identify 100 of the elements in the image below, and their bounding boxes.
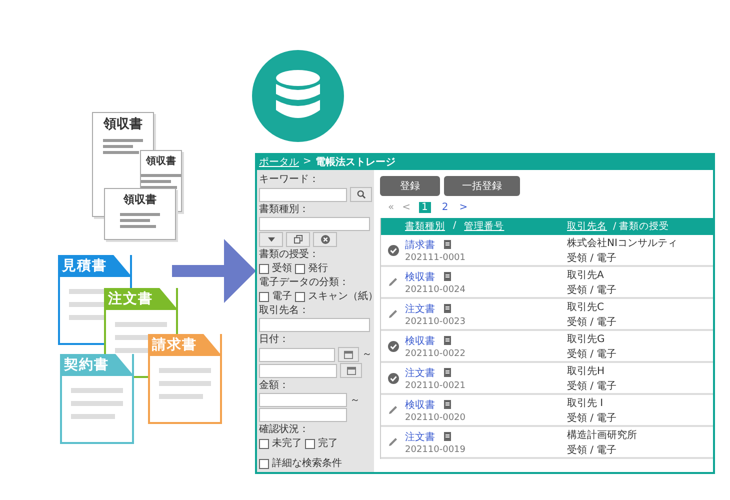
exchange-type: 受領 / 電子 bbox=[567, 412, 618, 424]
range-separator: ～ bbox=[362, 348, 372, 361]
copy-icon bbox=[294, 235, 302, 244]
field-label: 書類種別： bbox=[259, 203, 310, 216]
partner-name: 取引先C bbox=[567, 300, 605, 314]
field-label: 金額： bbox=[259, 379, 290, 392]
calendar-icon bbox=[346, 366, 356, 375]
checkbox-label: 電子 bbox=[272, 290, 292, 303]
partner-name: 構造計画研究所 bbox=[567, 428, 638, 442]
register-button[interactable]: 登録 bbox=[380, 176, 440, 196]
calendar-button[interactable] bbox=[338, 347, 359, 362]
placeholder-lines-drawing bbox=[103, 138, 143, 154]
document-icon bbox=[444, 304, 451, 313]
receipt-title: 領収書 bbox=[146, 156, 176, 167]
exchange-type: 受領 / 電子 bbox=[567, 252, 618, 264]
clear-icon bbox=[320, 235, 330, 244]
database-icon bbox=[252, 50, 344, 142]
search-button[interactable] bbox=[350, 187, 372, 202]
field-label: 日付： bbox=[259, 333, 290, 346]
portal-link[interactable]: ポータル bbox=[259, 154, 299, 168]
checkbox[interactable] bbox=[295, 292, 305, 302]
checkbox-label: 詳細な検索条件 bbox=[272, 457, 342, 470]
management-number: 202110-0024 bbox=[405, 284, 467, 294]
checkbox[interactable] bbox=[259, 264, 269, 274]
placeholder-lines-drawing bbox=[120, 212, 160, 228]
document-type-link[interactable]: 検収書 bbox=[405, 398, 435, 412]
page-title: 電帳法ストレージ bbox=[315, 156, 396, 168]
first-page-link[interactable]: « bbox=[388, 202, 394, 212]
column-header: / 書類の授受 bbox=[613, 220, 670, 233]
checkbox-label: 完了 bbox=[318, 437, 338, 450]
management-number: 202111-0001 bbox=[405, 252, 467, 262]
checkbox[interactable] bbox=[259, 438, 269, 448]
amount-field[interactable] bbox=[259, 408, 347, 422]
document-icon bbox=[444, 432, 451, 441]
field-label: 取引先名： bbox=[259, 304, 310, 317]
document-title: 契約書 bbox=[64, 356, 109, 374]
document-title: 請求書 bbox=[152, 336, 197, 354]
field-label: 確認状況： bbox=[259, 423, 310, 436]
checkbox-label: 未完了 bbox=[272, 437, 302, 450]
exchange-type: 受領 / 電子 bbox=[567, 444, 618, 456]
arrow-icon bbox=[172, 239, 256, 303]
exchange-type: 受領 / 電子 bbox=[567, 348, 618, 360]
document-type-link[interactable]: 検収書 bbox=[405, 270, 435, 284]
checkbox[interactable] bbox=[259, 292, 269, 302]
management-number: 202110-0020 bbox=[405, 412, 467, 422]
check-circle-icon bbox=[388, 244, 398, 256]
management-number: 202110-0022 bbox=[405, 348, 467, 358]
placeholder-lines-drawing bbox=[159, 368, 211, 400]
partner-name: 取引先G bbox=[567, 332, 606, 346]
document-title: 見積書 bbox=[62, 257, 107, 275]
document-type-field[interactable] bbox=[259, 217, 370, 231]
copy-button[interactable] bbox=[286, 232, 310, 247]
range-separator: ～ bbox=[350, 394, 360, 406]
document-type-link[interactable]: 注文書 bbox=[405, 366, 435, 380]
checkbox[interactable] bbox=[259, 458, 269, 468]
partner-name: 株式会社NIコンサルティ bbox=[567, 236, 678, 250]
date-field[interactable] bbox=[259, 364, 337, 378]
field-label: 電子データの分類： bbox=[259, 276, 350, 289]
column-header[interactable]: 管理番号 bbox=[464, 220, 504, 233]
receipt-title: 領収書 bbox=[104, 118, 142, 132]
dropdown-button[interactable] bbox=[259, 232, 283, 247]
pencil-icon bbox=[388, 309, 398, 319]
register-button[interactable]: 一括登録 bbox=[444, 176, 520, 196]
caret-icon bbox=[268, 237, 274, 242]
partner-name: 取引先 I bbox=[567, 396, 604, 410]
exchange-type: 受領 / 電子 bbox=[567, 380, 618, 392]
checkbox-label: 受領 bbox=[272, 262, 292, 275]
next-page-link[interactable]: > bbox=[459, 202, 468, 212]
document-type-link[interactable]: 検収書 bbox=[405, 334, 435, 348]
placeholder-lines-drawing bbox=[71, 388, 123, 420]
document-type-link[interactable]: 請求書 bbox=[405, 238, 435, 252]
document-type-link[interactable]: 注文書 bbox=[405, 302, 435, 316]
pencil-icon bbox=[388, 437, 398, 447]
receipt-title: 領収書 bbox=[124, 194, 156, 206]
checkbox[interactable] bbox=[305, 438, 315, 448]
document-icon bbox=[444, 272, 451, 281]
management-number: 202110-0021 bbox=[405, 380, 467, 390]
check-circle-icon bbox=[388, 340, 398, 352]
column-header[interactable]: 書類種別 bbox=[405, 220, 445, 233]
partner-field[interactable] bbox=[259, 318, 370, 332]
check-circle-icon bbox=[388, 372, 398, 384]
amount-field[interactable] bbox=[259, 393, 347, 407]
exchange-type: 受領 / 電子 bbox=[567, 316, 618, 328]
calendar-button[interactable] bbox=[340, 363, 362, 378]
clear-button[interactable] bbox=[313, 232, 337, 247]
document-type-link[interactable]: 注文書 bbox=[405, 430, 435, 444]
page-link[interactable]: 1 bbox=[418, 202, 431, 212]
page-link[interactable]: 2 bbox=[438, 202, 452, 212]
keyword-field[interactable] bbox=[259, 188, 348, 202]
document-icon bbox=[444, 400, 451, 409]
management-number: 202110-0019 bbox=[405, 444, 467, 454]
column-header[interactable]: 取引先名 bbox=[567, 220, 607, 233]
checkbox[interactable] bbox=[295, 264, 305, 274]
document-icon bbox=[444, 336, 451, 345]
date-field[interactable] bbox=[259, 348, 335, 362]
partner-name: 取引先A bbox=[567, 268, 605, 282]
checkbox-label: 発行 bbox=[308, 262, 328, 275]
search-icon bbox=[356, 190, 366, 199]
pencil-icon bbox=[388, 277, 398, 287]
field-label: 書類の授受： bbox=[259, 248, 320, 261]
